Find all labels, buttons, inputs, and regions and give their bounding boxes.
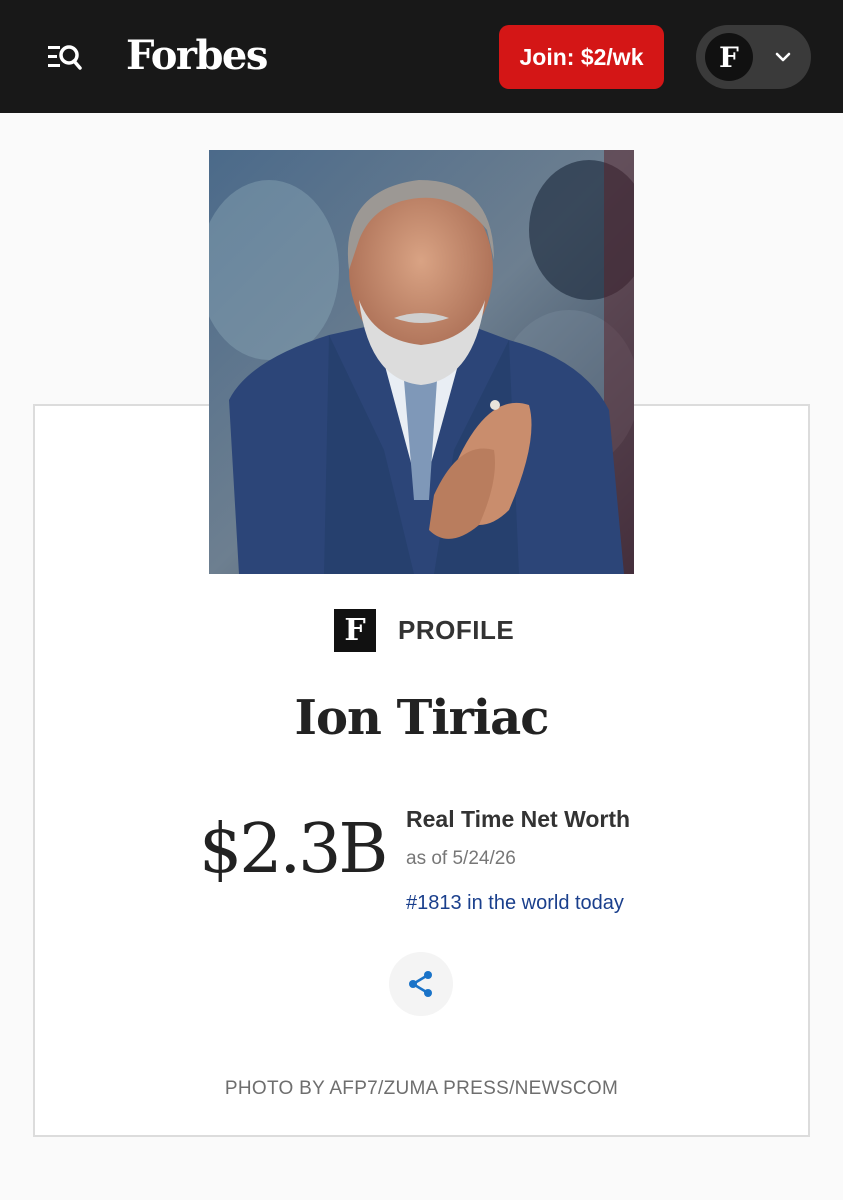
profile-section-label: F PROFILE	[334, 608, 514, 652]
net-worth-date: as of 5/24/26	[406, 848, 516, 869]
world-rank-link[interactable]: #1813 in the world today	[406, 892, 624, 915]
person-name: Ion Tiriac	[294, 690, 550, 746]
top-nav-bar: Forbes Join: $2/wk F	[0, 0, 843, 113]
chevron-down-icon	[775, 52, 791, 62]
photo-credit: PHOTO BY AFP7/ZUMA PRESS/NEWSCOM	[224, 1078, 619, 1099]
menu-search-button[interactable]	[44, 38, 86, 76]
share-button[interactable]	[389, 952, 453, 1016]
search-menu-icon	[48, 45, 82, 70]
forbes-f-icon: F	[334, 608, 376, 652]
profile-label: PROFILE	[398, 614, 515, 645]
profile-photo	[209, 150, 634, 574]
account-menu-button[interactable]: F	[696, 25, 811, 89]
net-worth-value: $2.3B	[199, 810, 388, 889]
avatar: F	[705, 33, 753, 81]
join-subscribe-button[interactable]: Join: $2/wk	[499, 25, 664, 89]
net-worth-title: Real Time Net Worth	[406, 806, 631, 832]
forbes-logo[interactable]: Forbes	[126, 30, 268, 82]
share-icon	[409, 971, 432, 997]
